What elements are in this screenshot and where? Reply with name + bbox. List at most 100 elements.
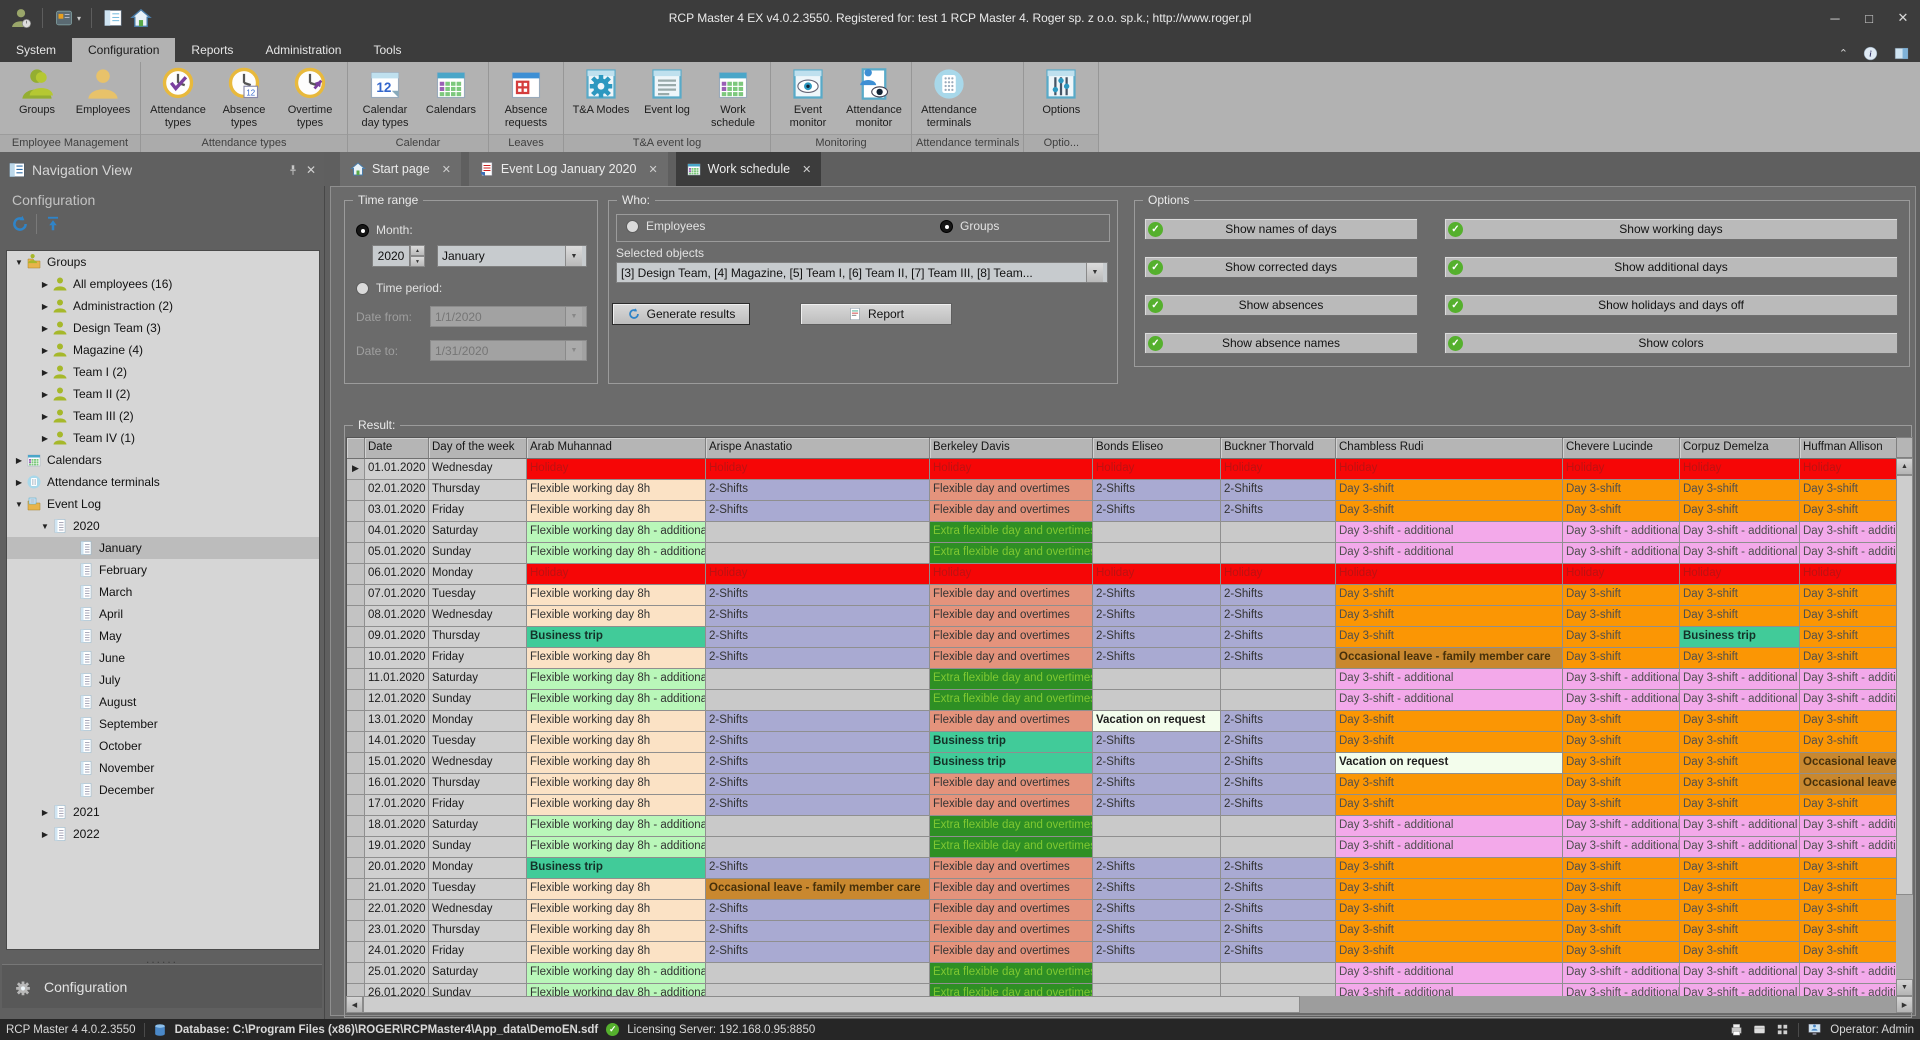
schedule-cell[interactable]: Day 3-shift - additional <box>1800 837 1897 858</box>
menu-tab-tools[interactable]: Tools <box>357 38 417 62</box>
row-selector[interactable] <box>347 480 365 501</box>
schedule-cell[interactable] <box>706 543 930 564</box>
schedule-cell[interactable]: Day 3-shift <box>1800 648 1897 669</box>
schedule-cell[interactable] <box>706 522 930 543</box>
schedule-cell[interactable]: Day 3-shift <box>1336 942 1563 963</box>
schedule-cell[interactable] <box>1093 690 1221 711</box>
schedule-cell[interactable]: Flexible day and overtimes <box>930 648 1093 669</box>
schedule-cell[interactable]: Day 3-shift - additional <box>1336 837 1563 858</box>
schedule-cell[interactable] <box>706 690 930 711</box>
schedule-cell[interactable]: 2-Shifts <box>1093 606 1221 627</box>
row-selector[interactable] <box>347 585 365 606</box>
selected-objects-combobox[interactable]: [3] Design Team, [4] Magazine, [5] Team … <box>616 262 1108 283</box>
schedule-cell[interactable]: Day 3-shift <box>1800 501 1897 522</box>
schedule-cell[interactable]: Day 3-shift <box>1563 711 1680 732</box>
schedule-cell[interactable]: Day 3-shift - additional <box>1563 963 1680 984</box>
schedule-cell[interactable]: Day 3-shift <box>1563 627 1680 648</box>
expander-icon[interactable]: ▼ <box>13 258 25 267</box>
combo-arrow-icon[interactable]: ▼ <box>1086 263 1103 282</box>
menu-tab-administration[interactable]: Administration <box>249 38 357 62</box>
schedule-cell[interactable]: 2-Shifts <box>1221 501 1336 522</box>
ribbon-button-options[interactable]: Options <box>1028 65 1094 118</box>
schedule-cell[interactable]: Day 3-shift <box>1800 585 1897 606</box>
schedule-cell[interactable]: Flexible working day 8h <box>527 606 706 627</box>
tree-item-magazine-4-[interactable]: ▶Magazine (4) <box>7 339 319 361</box>
schedule-cell[interactable]: Day 3-shift - additional <box>1680 963 1800 984</box>
schedule-cell[interactable] <box>706 963 930 984</box>
schedule-cell[interactable]: Flexible working day 8h <box>527 711 706 732</box>
schedule-cell[interactable]: Day 3-shift <box>1563 753 1680 774</box>
schedule-cell[interactable]: 2-Shifts <box>1093 501 1221 522</box>
schedule-cell[interactable]: Day 3-shift <box>1563 921 1680 942</box>
tree-item-may[interactable]: May <box>7 625 319 647</box>
schedule-cell[interactable]: Day 3-shift <box>1563 858 1680 879</box>
schedule-cell[interactable]: Flexible working day 8h - additional <box>527 543 706 564</box>
schedule-cell[interactable]: Day 3-shift <box>1680 711 1800 732</box>
schedule-cell[interactable]: Flexible working day 8h <box>527 795 706 816</box>
schedule-cell[interactable]: Day 3-shift - additional <box>1336 816 1563 837</box>
schedule-cell[interactable]: 2-Shifts <box>706 501 930 522</box>
row-selector[interactable] <box>347 627 365 648</box>
schedule-cell[interactable]: Occasional leave - family member care <box>1336 648 1563 669</box>
close-button[interactable]: ✕ <box>1886 5 1920 31</box>
schedule-cell[interactable]: Day 3-shift <box>1563 795 1680 816</box>
schedule-cell[interactable]: Day 3-shift <box>1336 858 1563 879</box>
schedule-cell[interactable]: Day 3-shift - additional <box>1680 816 1800 837</box>
schedule-cell[interactable]: Day 3-shift <box>1680 879 1800 900</box>
row-selector[interactable] <box>347 543 365 564</box>
configuration-footer-button[interactable]: Configuration <box>2 964 322 1008</box>
schedule-cell[interactable] <box>1093 963 1221 984</box>
table-corner-header[interactable] <box>347 438 365 459</box>
tree-item-march[interactable]: March <box>7 581 319 603</box>
schedule-cell[interactable]: Day 3-shift - additional <box>1680 522 1800 543</box>
column-header[interactable]: Arab Muhannad <box>527 438 706 459</box>
schedule-cell[interactable]: Extra flexible day and overtimes <box>930 690 1093 711</box>
grid-icon[interactable] <box>1775 1022 1790 1037</box>
schedule-cell[interactable]: Flexible day and overtimes <box>930 585 1093 606</box>
combo-arrow-icon[interactable]: ▼ <box>565 246 582 266</box>
schedule-cell[interactable]: Holiday <box>1680 459 1800 480</box>
report-button[interactable]: Report <box>800 303 952 325</box>
pin-icon[interactable] <box>286 163 300 177</box>
schedule-cell[interactable]: 2-Shifts <box>706 942 930 963</box>
row-selector[interactable] <box>347 564 365 585</box>
schedule-cell[interactable]: 2-Shifts <box>1221 732 1336 753</box>
schedule-cell[interactable]: Day 3-shift <box>1563 774 1680 795</box>
home-icon[interactable] <box>130 7 152 29</box>
schedule-cell[interactable]: Day 3-shift <box>1680 795 1800 816</box>
row-selector[interactable] <box>347 774 365 795</box>
schedule-cell[interactable]: 2-Shifts <box>1093 879 1221 900</box>
tree-item-october[interactable]: October <box>7 735 319 757</box>
schedule-cell[interactable]: Day 3-shift <box>1336 627 1563 648</box>
tree-item-2022[interactable]: ▶2022 <box>7 823 319 845</box>
schedule-cell[interactable] <box>1093 543 1221 564</box>
schedule-cell[interactable]: Day 3-shift <box>1336 774 1563 795</box>
schedule-cell[interactable]: Day 3-shift - additional <box>1680 837 1800 858</box>
scroll-right-icon[interactable]: ▶ <box>1896 996 1913 1013</box>
schedule-cell[interactable]: Day 3-shift <box>1800 858 1897 879</box>
schedule-cell[interactable]: 2-Shifts <box>706 627 930 648</box>
scroll-down-icon[interactable]: ▼ <box>1896 979 1913 996</box>
ribbon-button-attendance-terminals[interactable]: Attendance terminals <box>916 65 982 130</box>
tree-item-august[interactable]: August <box>7 691 319 713</box>
schedule-cell[interactable]: 2-Shifts <box>706 774 930 795</box>
schedule-cell[interactable]: Day 3-shift <box>1680 753 1800 774</box>
schedule-cell[interactable]: Day 3-shift - additional <box>1800 543 1897 564</box>
schedule-cell[interactable]: 2-Shifts <box>706 732 930 753</box>
schedule-cell[interactable]: Occasional leave - family member care <box>1800 774 1897 795</box>
schedule-cell[interactable]: Day 3-shift <box>1563 648 1680 669</box>
minimize-button[interactable]: ─ <box>1818 5 1852 31</box>
schedule-cell[interactable]: Flexible working day 8h <box>527 879 706 900</box>
ribbon-button-event-log[interactable]: Event log <box>634 65 700 118</box>
schedule-cell[interactable]: Day 3-shift <box>1800 942 1897 963</box>
spinner-up-icon[interactable]: ▲ <box>410 245 425 256</box>
schedule-cell[interactable]: Day 3-shift <box>1336 795 1563 816</box>
schedule-cell[interactable]: Day 3-shift - additional <box>1800 690 1897 711</box>
close-icon[interactable]: ✕ <box>306 163 316 177</box>
schedule-cell[interactable]: Flexible working day 8h <box>527 900 706 921</box>
schedule-cell[interactable]: 2-Shifts <box>1093 648 1221 669</box>
schedule-cell[interactable]: Day 3-shift <box>1336 606 1563 627</box>
schedule-cell[interactable]: Day 3-shift <box>1680 774 1800 795</box>
ribbon-button-absence-requests[interactable]: Absence requests <box>493 65 559 130</box>
schedule-cell[interactable]: Flexible day and overtimes <box>930 858 1093 879</box>
